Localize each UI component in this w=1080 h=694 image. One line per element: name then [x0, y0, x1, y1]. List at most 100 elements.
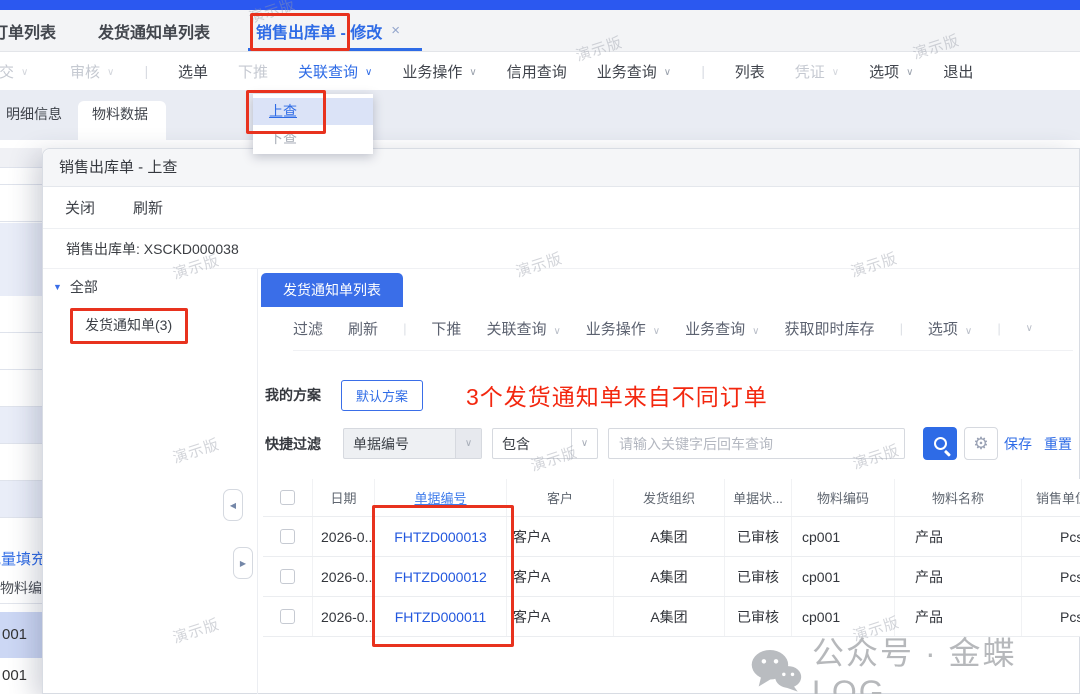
- filter-operator-select[interactable]: 包含∨: [492, 428, 598, 459]
- toolbar-separator: [403, 320, 406, 337]
- row-checkbox[interactable]: [280, 569, 295, 584]
- tab-delivery-notice-list[interactable]: 发货通知单列表: [98, 19, 210, 43]
- menu-bar: 提交 审核 选单 下推 关联查询 业务操作 信用查询 业务查询 列表 凭证 选项…: [0, 52, 1080, 90]
- app-screen: 订单列表 发货通知单列表 销售出库单 - 修改 × 提交 审核 选单 下推 关联…: [0, 0, 1080, 694]
- default-scheme-button[interactable]: 默认方案: [341, 380, 423, 411]
- dialog-close-button[interactable]: 关闭: [65, 197, 95, 218]
- quick-filter-row: 快捷过滤 单据编号∨ 包含∨ ⚙ 保存 重置 ≫: [265, 427, 1080, 461]
- toolbar-assoc-query[interactable]: 关联查询: [486, 318, 560, 339]
- menu-voucher: 凭证: [795, 61, 839, 82]
- toolbar-biz-operation[interactable]: 业务操作: [586, 318, 660, 339]
- table-row[interactable]: 2026-0.. FHTZD000011 客户A A集团 已审核 cp001 产…: [263, 597, 1080, 637]
- row-checkbox[interactable]: [280, 609, 295, 624]
- bill-no-link[interactable]: FHTZD000011: [395, 609, 487, 625]
- toolbar-push-down[interactable]: 下推: [431, 318, 461, 339]
- col-header-sales-unit[interactable]: 销售单位: [1022, 479, 1080, 516]
- dialog-title: 销售出库单 - 上查: [43, 149, 1079, 187]
- toolbar-refresh[interactable]: 刷新: [348, 318, 378, 339]
- chevron-down-icon: ∨: [455, 429, 481, 458]
- toolbar-separator: [997, 320, 1000, 337]
- background-form-header: [0, 148, 42, 168]
- collapse-left-handle[interactable]: ◀: [223, 489, 243, 521]
- list-toolbar: 过滤 刷新 下推 关联查询 业务操作 业务查询 获取即时库存 选项 ∨: [293, 307, 1073, 351]
- menu-credit-query[interactable]: 信用查询: [507, 61, 567, 82]
- keyword-search-input[interactable]: [608, 428, 905, 459]
- table-row[interactable]: 2026-0.. FHTZD000012 客户A A集团 已审核 cp001 产…: [263, 557, 1080, 597]
- dropdown-item-trace-up[interactable]: 上查: [253, 98, 373, 125]
- lookup-dialog: 销售出库单 - 上查 关闭 刷新 销售出库单: XSCKD000038 ▼ 全部…: [42, 148, 1080, 694]
- menu-exit[interactable]: 退出: [943, 61, 973, 82]
- col-header-material-code[interactable]: 物料编码: [792, 479, 895, 516]
- tree-node-all[interactable]: ▼ 全部: [53, 277, 98, 297]
- save-link[interactable]: 保存: [1004, 434, 1032, 454]
- tree-expand-icon[interactable]: ▼: [53, 282, 62, 292]
- reset-link[interactable]: 重置: [1044, 434, 1072, 454]
- menu-push-down: 下推: [238, 61, 268, 82]
- toolbar-biz-query[interactable]: 业务查询: [685, 318, 759, 339]
- active-tab-indicator: [248, 48, 422, 51]
- background-form-band: [0, 481, 42, 517]
- source-bill-info: 销售出库单: XSCKD000038: [43, 229, 1079, 269]
- menu-select-bill[interactable]: 选单: [178, 61, 208, 82]
- gear-icon: ⚙: [973, 434, 988, 454]
- menu-separator: [144, 63, 148, 80]
- tab-order-list[interactable]: 订单列表: [0, 19, 64, 43]
- col-header-delivery-org[interactable]: 发货组织: [614, 479, 725, 516]
- col-header-material-name[interactable]: 物料名称: [895, 479, 1022, 516]
- my-scheme-label: 我的方案: [265, 385, 321, 405]
- toolbar-get-stock[interactable]: 获取即时库存: [784, 318, 874, 339]
- top-accent-bar: [0, 0, 1080, 10]
- tree-splitter: [257, 269, 258, 694]
- background-grid-row-selected[interactable]: 001: [0, 612, 42, 658]
- toolbar-separator: [899, 320, 902, 337]
- search-button[interactable]: [923, 427, 957, 460]
- row-checkbox[interactable]: [280, 529, 295, 544]
- table-row[interactable]: 2026-0.. FHTZD000013 客户A A集团 已审核 cp001 产…: [263, 517, 1080, 557]
- source-bill-number: XSCKD000038: [144, 241, 239, 257]
- background-grid-row[interactable]: 001: [0, 658, 42, 694]
- tab-close-icon[interactable]: ×: [391, 22, 400, 39]
- toolbar-filter[interactable]: 过滤: [293, 318, 323, 339]
- scheme-row: 我的方案 默认方案: [265, 379, 423, 411]
- search-icon: [934, 437, 947, 450]
- col-header-date[interactable]: 日期: [313, 479, 375, 516]
- tab-delivery-notice-list-inner[interactable]: 发货通知单列表: [261, 273, 403, 307]
- background-form-band: [0, 223, 42, 296]
- material-code-column-header: 物料编码: [0, 578, 42, 604]
- subtab-material-data[interactable]: 物料数据: [92, 104, 148, 124]
- bill-no-link[interactable]: FHTZD000012: [394, 569, 487, 585]
- menu-list[interactable]: 列表: [735, 61, 765, 82]
- menu-separator: [701, 63, 705, 80]
- filter-field-select[interactable]: 单据编号∨: [343, 428, 482, 459]
- menu-assoc-query[interactable]: 关联查询: [298, 61, 372, 82]
- chevron-down-icon: ∨: [571, 429, 597, 458]
- menu-biz-operation[interactable]: 业务操作: [402, 61, 476, 82]
- menu-options[interactable]: 选项: [869, 61, 913, 82]
- batch-fill-link[interactable]: 批量填充: [0, 548, 42, 570]
- collapse-right-handle[interactable]: ▶: [233, 547, 253, 579]
- form-content-band: [0, 140, 1080, 148]
- subtab-detail-info[interactable]: 明细信息: [6, 104, 62, 124]
- toolbar-options[interactable]: 选项: [928, 318, 972, 339]
- bill-no-link[interactable]: FHTZD000013: [394, 529, 487, 545]
- delivery-notice-table: 日期 单据编号 客户 发货组织 单据状... 物料编码 物料名称 销售单位 20…: [263, 479, 1080, 637]
- dialog-toolbar: 关闭 刷新: [43, 187, 1079, 229]
- table-header-row: 日期 单据编号 客户 发货组织 单据状... 物料编码 物料名称 销售单位: [263, 479, 1080, 517]
- assoc-query-dropdown: 上查 下查: [253, 94, 373, 154]
- select-all-checkbox[interactable]: [280, 490, 295, 505]
- quick-filter-label: 快捷过滤: [265, 434, 321, 454]
- dropdown-item-trace-down: 下查: [253, 125, 373, 152]
- background-form-band: [0, 407, 42, 443]
- main-tab-bar: 订单列表 发货通知单列表 销售出库单 - 修改 ×: [0, 10, 1080, 52]
- col-header-status[interactable]: 单据状...: [725, 479, 792, 516]
- toolbar-more-chevron[interactable]: ∨: [1026, 323, 1033, 334]
- dialog-refresh-button[interactable]: 刷新: [133, 197, 163, 218]
- menu-biz-query[interactable]: 业务查询: [597, 61, 671, 82]
- col-header-customer[interactable]: 客户: [507, 479, 614, 516]
- filter-settings-button[interactable]: ⚙: [964, 427, 998, 460]
- col-header-bill-no[interactable]: 单据编号: [375, 479, 507, 516]
- menu-audit: 审核: [70, 61, 114, 82]
- tab-sales-outbound-edit[interactable]: 销售出库单 - 修改 ×: [256, 19, 400, 43]
- menu-submit: 提交: [0, 61, 40, 82]
- tree-node-delivery-notices[interactable]: 发货通知单(3): [85, 315, 172, 335]
